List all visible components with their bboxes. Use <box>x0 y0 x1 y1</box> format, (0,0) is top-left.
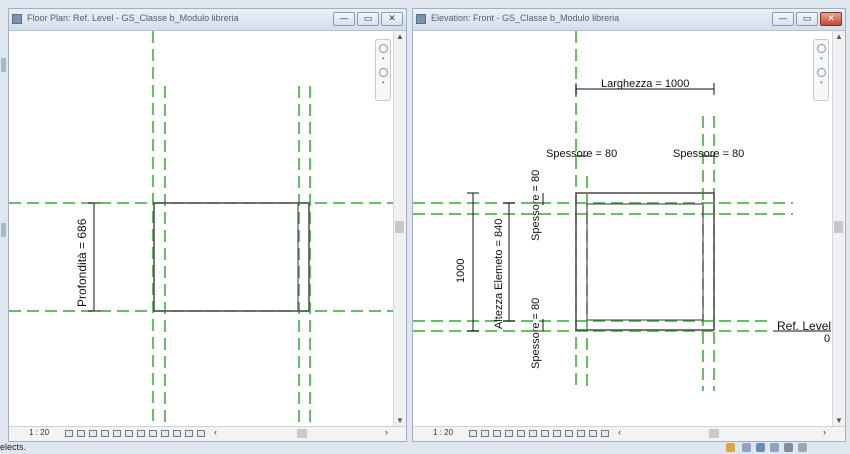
steering-wheel-icon[interactable] <box>379 44 388 53</box>
zoom-icon[interactable] <box>817 68 826 77</box>
chevron-down-icon[interactable]: ▾ <box>820 56 823 62</box>
restore-button[interactable]: ▭ <box>796 12 818 26</box>
side-thickness-label-bottom[interactable]: Spessore = 80 <box>530 298 542 369</box>
chevron-down-icon[interactable]: ▾ <box>382 80 385 86</box>
scroll-up-icon[interactable]: ▲ <box>833 31 845 43</box>
left-edge-panel <box>0 8 8 442</box>
scroll-right-icon[interactable]: › <box>823 427 826 437</box>
level-elevation-value[interactable]: 0 <box>824 333 830 345</box>
panel-marker <box>1 58 6 72</box>
depth-dimension-label[interactable]: Profondità = 686 <box>75 219 89 307</box>
analytical-model-icon[interactable] <box>173 430 181 437</box>
view-window-icon <box>12 14 22 24</box>
elevation-canvas[interactable]: Larghezza = 1000 Spessore = 80 Spessore … <box>413 31 833 427</box>
elevation-titlebar[interactable]: Elevation: Front - GS_Classe b_Modulo li… <box>413 9 845 31</box>
zoom-icon[interactable] <box>379 68 388 77</box>
panel-marker <box>1 223 6 237</box>
highlight-displacement-icon[interactable] <box>185 430 193 437</box>
view-scale[interactable]: 1 : 20 <box>433 428 453 437</box>
show-crop-icon[interactable] <box>125 430 133 437</box>
highlight-displacement-icon[interactable] <box>589 430 597 437</box>
elevation-title: Elevation: Front - GS_Classe b_Modulo li… <box>431 13 620 23</box>
sun-path-icon[interactable] <box>493 430 501 437</box>
show-crop-icon[interactable] <box>529 430 537 437</box>
view-window-icon <box>416 14 426 24</box>
lock-3d-icon[interactable] <box>161 430 169 437</box>
floor-plan-canvas[interactable]: Profondità = 686 <box>9 31 394 427</box>
width-dimension-label[interactable]: Larghezza = 1000 <box>601 78 689 90</box>
reveal-hidden-icon[interactable] <box>149 430 157 437</box>
floor-plan-window[interactable]: Floor Plan: Ref. Level - GS_Classe b_Mod… <box>8 8 407 442</box>
select-links-icon[interactable] <box>756 443 765 452</box>
vertical-scrollbar[interactable]: ▲ ▼ <box>393 31 406 427</box>
elevation-drawing <box>413 31 831 391</box>
scroll-up-icon[interactable]: ▲ <box>394 31 406 43</box>
drag-elements-icon[interactable] <box>784 443 793 452</box>
navigation-bar[interactable]: ▾ ▾ <box>375 39 391 101</box>
minimize-button[interactable]: — <box>772 12 794 26</box>
reveal-constraints-icon[interactable] <box>601 430 609 437</box>
detail-level-icon[interactable] <box>65 430 73 437</box>
editable-only-icon[interactable] <box>742 443 751 452</box>
select-pinned-icon[interactable] <box>770 443 779 452</box>
crop-view-icon[interactable] <box>113 430 121 437</box>
side-thickness-label-top[interactable]: Spessore = 80 <box>530 170 542 241</box>
crop-view-icon[interactable] <box>517 430 525 437</box>
vertical-scrollbar[interactable]: ▲ ▼ <box>832 31 845 427</box>
minimize-button[interactable]: — <box>333 12 355 26</box>
level-name[interactable]: Ref. Level <box>777 319 831 333</box>
shadows-icon[interactable] <box>505 430 513 437</box>
reveal-constraints-icon[interactable] <box>197 430 205 437</box>
temporary-hide-icon[interactable] <box>541 430 549 437</box>
horizontal-scroll-thumb[interactable] <box>709 429 719 438</box>
chevron-down-icon[interactable]: ▾ <box>382 56 385 62</box>
navigation-bar[interactable]: ▾ ▾ <box>813 39 829 101</box>
reveal-hidden-icon[interactable] <box>553 430 561 437</box>
steering-wheel-icon[interactable] <box>817 44 826 53</box>
floor-plan-title: Floor Plan: Ref. Level - GS_Classe b_Mod… <box>27 13 239 23</box>
scroll-right-icon[interactable]: › <box>385 427 388 437</box>
shelf-inner-frame <box>586 203 704 321</box>
horizontal-scroll-thumb[interactable] <box>297 429 307 438</box>
view-scale[interactable]: 1 : 20 <box>29 428 49 437</box>
scroll-thumb[interactable] <box>395 221 404 233</box>
shadows-icon[interactable] <box>101 430 109 437</box>
status-text: elects. <box>0 442 27 452</box>
scroll-left-icon[interactable]: ‹ <box>618 427 621 437</box>
close-button[interactable]: ✕ <box>381 12 403 26</box>
elevation-window[interactable]: Elevation: Front - GS_Classe b_Modulo li… <box>412 8 846 442</box>
scroll-left-icon[interactable]: ‹ <box>214 427 217 437</box>
view-control-bar: 1 : 20 ‹ › <box>9 426 406 441</box>
close-button[interactable]: ✕ <box>820 12 842 26</box>
visual-style-icon[interactable] <box>77 430 85 437</box>
thickness-dimension-label-left[interactable]: Spessore = 80 <box>546 148 617 160</box>
detail-level-icon[interactable] <box>469 430 477 437</box>
visual-style-icon[interactable] <box>481 430 489 437</box>
sun-path-icon[interactable] <box>89 430 97 437</box>
chevron-down-icon[interactable]: ▾ <box>820 80 823 86</box>
filter-icon[interactable] <box>798 443 807 452</box>
application-status-bar: elects. <box>0 442 850 454</box>
floor-plan-titlebar[interactable]: Floor Plan: Ref. Level - GS_Classe b_Mod… <box>9 9 406 31</box>
restore-button[interactable]: ▭ <box>357 12 379 26</box>
view-control-bar: 1 : 20 ‹ › <box>413 426 845 441</box>
total-height-label[interactable]: 1000 <box>455 259 467 283</box>
analytical-model-icon[interactable] <box>577 430 585 437</box>
shelf-outline <box>153 202 310 312</box>
scroll-thumb[interactable] <box>834 221 843 233</box>
lock-3d-icon[interactable] <box>565 430 573 437</box>
element-height-label[interactable]: Altezza Elemeto = 840 <box>493 219 505 329</box>
thickness-dimension-label-right[interactable]: Spessore = 80 <box>673 148 744 160</box>
temporary-hide-icon[interactable] <box>137 430 145 437</box>
worksets-icon[interactable] <box>726 443 735 452</box>
floor-plan-drawing <box>9 31 394 427</box>
